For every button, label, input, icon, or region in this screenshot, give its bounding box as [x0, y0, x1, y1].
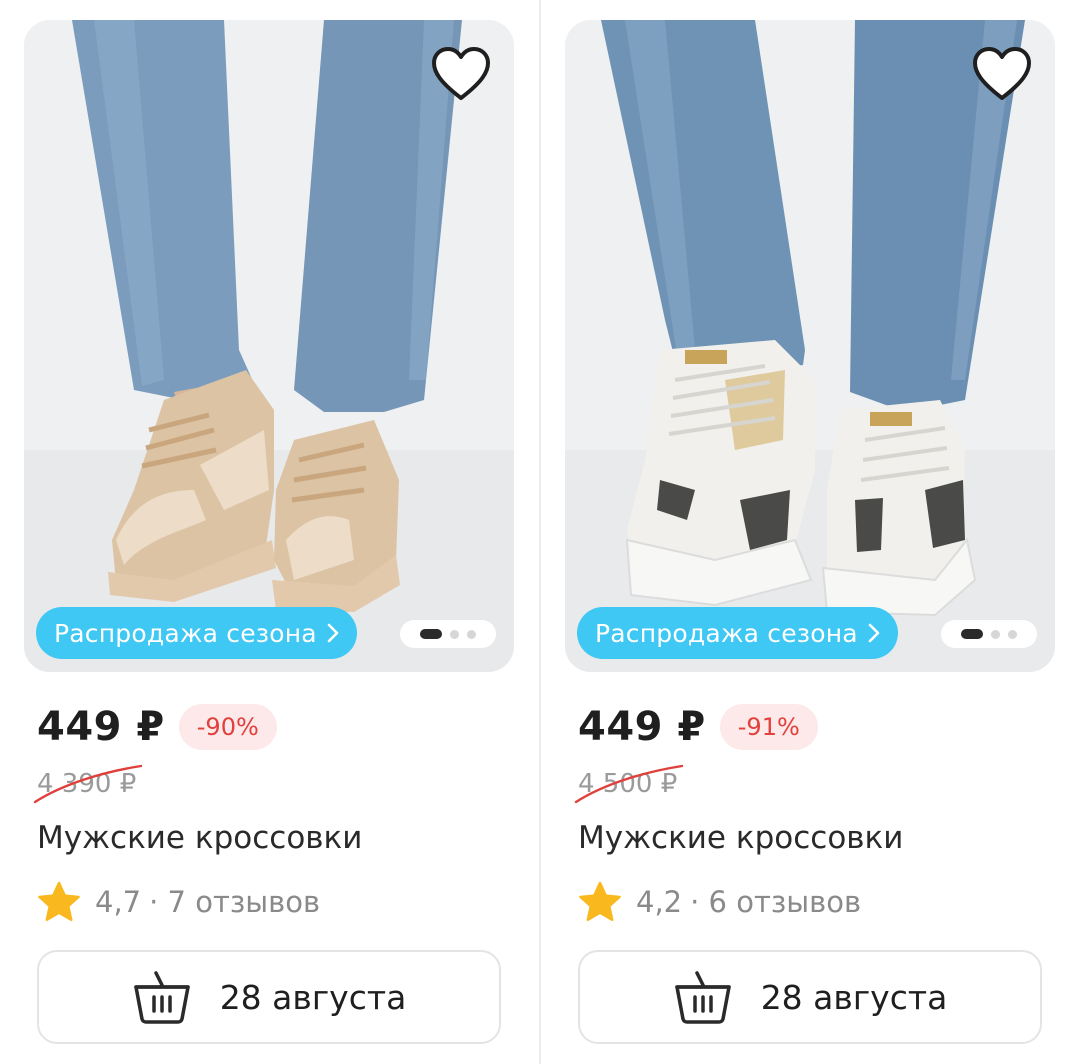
product-grid: Распродажа сезона 449 ₽ -90% 4 390 ₽ Муж… [0, 0, 1080, 1064]
old-price-wrap: 4 500 ₽ [574, 764, 698, 804]
basket-icon [133, 971, 190, 1024]
chevron-right-icon [868, 623, 880, 643]
star-icon [38, 881, 80, 922]
promo-label: Распродажа сезона [595, 618, 858, 648]
pagination-dot [991, 629, 1000, 639]
product-image-gallery[interactable]: Распродажа сезона [24, 20, 514, 672]
current-price: 449 ₽ [37, 704, 165, 750]
discount-badge: -91% [719, 704, 818, 750]
strike-line [574, 764, 684, 804]
gallery-pagination [941, 620, 1037, 648]
heart-outline-icon[interactable] [430, 46, 492, 102]
product-image-gallery[interactable]: Распродажа сезона [565, 20, 1055, 672]
delivery-date: 28 августа [760, 977, 948, 1017]
reviews-count: · 6 отзывов [690, 885, 862, 919]
pagination-dot-active [961, 629, 983, 639]
product-photo [565, 20, 1055, 672]
product-title[interactable]: Мужские кроссовки [578, 820, 903, 856]
rating-value: 4,2 [636, 885, 683, 919]
price-row: 449 ₽ -91% [578, 702, 818, 752]
discount-badge: -90% [178, 704, 277, 750]
basket-icon [674, 971, 731, 1024]
gallery-pagination [400, 620, 496, 648]
reviews-count: · 7 отзывов [149, 885, 321, 919]
promo-badge[interactable]: Распродажа сезона [577, 607, 898, 659]
chevron-right-icon [327, 623, 339, 643]
rating-row[interactable]: 4,2 · 6 отзывов [578, 880, 861, 924]
pagination-dot [467, 629, 476, 639]
add-to-cart-button[interactable]: 28 августа [578, 950, 1042, 1044]
add-to-cart-button[interactable]: 28 августа [37, 950, 501, 1044]
pagination-dot [450, 629, 459, 639]
heart-outline-icon[interactable] [971, 46, 1033, 102]
product-card[interactable]: Распродажа сезона 449 ₽ -91% 4 500 ₽ Муж… [541, 0, 1080, 1064]
rating-row[interactable]: 4,7 · 7 отзывов [37, 880, 320, 924]
rating-value: 4,7 [95, 885, 142, 919]
promo-label: Распродажа сезона [54, 618, 317, 648]
star-icon [579, 881, 621, 922]
pagination-dot [1008, 629, 1017, 639]
old-price-wrap: 4 390 ₽ [33, 764, 157, 804]
current-price: 449 ₽ [578, 704, 706, 750]
pagination-dot-active [420, 629, 442, 639]
product-card[interactable]: Распродажа сезона 449 ₽ -90% 4 390 ₽ Муж… [0, 0, 540, 1064]
delivery-date: 28 августа [219, 977, 407, 1017]
product-photo [24, 20, 514, 672]
product-title[interactable]: Мужские кроссовки [37, 820, 362, 856]
price-row: 449 ₽ -90% [37, 702, 277, 752]
promo-badge[interactable]: Распродажа сезона [36, 607, 357, 659]
strike-line [33, 764, 143, 804]
